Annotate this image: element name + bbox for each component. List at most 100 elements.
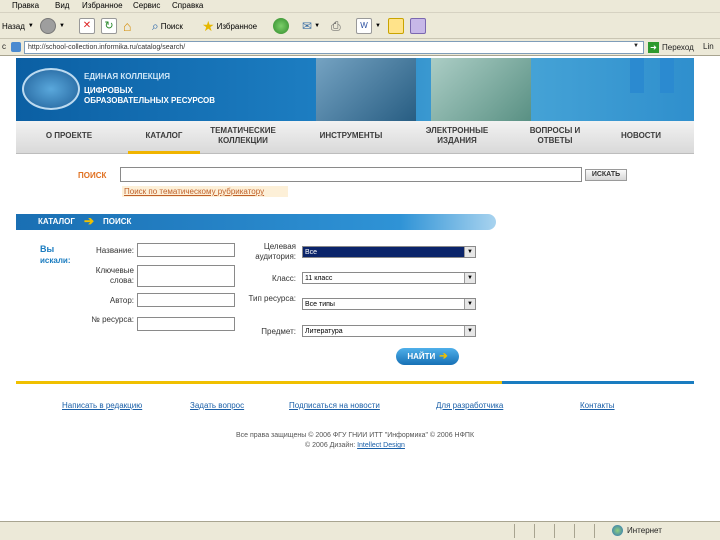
footer-link-ask-question[interactable]: Задать вопрос: [190, 401, 244, 410]
back-button[interactable]: Назад ▼: [2, 16, 34, 36]
section-title-search: ПОИСК: [103, 217, 132, 226]
rubricator-link[interactable]: Поиск по тематическому рубрикатору: [122, 186, 288, 197]
messenger-button[interactable]: [410, 16, 426, 36]
address-dropdown-arrow-icon[interactable]: ▼: [633, 43, 639, 49]
search-submit-button[interactable]: ИСКАТЬ: [585, 169, 627, 181]
discuss-button[interactable]: [388, 16, 404, 36]
grade-select-value: 11 класс: [305, 275, 333, 282]
media-icon: [273, 18, 289, 34]
chevron-down-icon: ▼: [464, 247, 475, 257]
footer-divider-blue: [502, 381, 694, 384]
refresh-button[interactable]: ↻: [101, 16, 117, 36]
menu-tools[interactable]: Сервис: [133, 1, 160, 10]
banner-line-1: ЕДИНАЯ КОЛЛЕКЦИЯ: [84, 72, 171, 81]
mail-icon: ✉: [302, 19, 313, 33]
print-button[interactable]: ⎙: [331, 16, 341, 36]
banner-photo-classroom: [431, 58, 531, 121]
chevron-down-icon: ▼: [464, 273, 475, 283]
footer-design-link[interactable]: Intellect Design: [357, 442, 405, 449]
footer-divider-yellow: [16, 381, 502, 384]
section-title-catalog: КАТАЛОГ: [38, 217, 75, 226]
go-arrow-icon: ➜: [648, 42, 659, 53]
title-field[interactable]: [137, 243, 235, 257]
messenger-icon: [410, 18, 426, 34]
chevron-down-icon: ▼: [59, 23, 65, 29]
keywords-field-label: Ключевые слова:: [95, 266, 134, 285]
status-divider: [534, 524, 535, 538]
footer-link-write-editors[interactable]: Написать в редакцию: [62, 401, 142, 410]
mail-button[interactable]: ✉ ▼: [302, 16, 320, 36]
banner-tab-1[interactable]: [630, 58, 644, 93]
home-button[interactable]: ⌂: [123, 16, 131, 36]
favorites-label: Избранное: [216, 21, 258, 31]
menu-view[interactable]: Вид: [55, 1, 69, 10]
search-label: Поиск: [160, 21, 183, 31]
printer-icon: ⎙: [331, 18, 341, 33]
nav-item-about[interactable]: О ПРОЕКТЕ: [24, 131, 114, 141]
find-button-label: НАЙТИ: [407, 352, 436, 361]
stop-button[interactable]: ✕: [79, 16, 95, 36]
audience-select[interactable]: Все ▼: [302, 246, 476, 258]
word-icon: W: [356, 18, 372, 34]
browser-statusbar: Интернет: [0, 521, 720, 540]
resource-type-select-value: Все типы: [305, 301, 335, 308]
globe-icon: [612, 525, 623, 536]
author-field-label: Автор:: [109, 296, 134, 305]
footer-design-line: © 2006 Дизайн: Intellect Design: [150, 442, 560, 449]
menu-favorites[interactable]: Избранное: [82, 1, 123, 10]
footer-link-developers[interactable]: Для разработчика: [436, 401, 503, 410]
resource-number-field[interactable]: [137, 317, 235, 331]
menu-edit[interactable]: Правка: [12, 1, 39, 10]
favorites-button[interactable]: ★ Избранное: [202, 16, 257, 36]
arrow-right-icon: ➔: [439, 351, 448, 362]
menu-help[interactable]: Справка: [172, 1, 203, 10]
search-label: ПОИСК: [78, 171, 107, 180]
banner-photo-student: [316, 58, 416, 121]
nav-item-tools[interactable]: ИНСТРУМЕНТЫ: [306, 131, 396, 141]
page-icon: [11, 42, 21, 52]
footer-link-contacts[interactable]: Контакты: [580, 401, 615, 410]
chevron-down-icon: ▼: [464, 299, 475, 309]
audience-select-value: Все: [305, 249, 318, 256]
nav-item-faq[interactable]: ВОПРОСЫ И ОТВЕТЫ: [521, 126, 589, 146]
resource-type-select[interactable]: Все типы ▼: [302, 298, 476, 310]
footer-link-subscribe-news[interactable]: Подписаться на новости: [289, 401, 380, 410]
site-banner: ЕДИНАЯ КОЛЛЕКЦИЯ ЦИФРОВЫХ ОБРАЗОВАТЕЛЬНЫ…: [16, 58, 694, 121]
note-icon: [388, 18, 404, 34]
grade-select[interactable]: 11 класс ▼: [302, 272, 476, 284]
search-input[interactable]: [120, 167, 582, 182]
forward-button[interactable]: ▼: [40, 16, 65, 36]
nav-item-catalog[interactable]: КАТАЛОГ: [119, 131, 209, 141]
keywords-field[interactable]: [137, 265, 235, 287]
audience-select-label: Целевая аудитория:: [255, 242, 296, 261]
subject-select[interactable]: Литература ▼: [302, 325, 476, 337]
star-icon: ★: [202, 17, 215, 34]
browser-toolbar: Назад ▼ ▼ ✕ ↻ ⌂ ⌕ Поиск ★ Избранное ✉ ▼ …: [0, 13, 720, 39]
refresh-icon: ↻: [101, 18, 117, 34]
title-field-label: Название:: [96, 246, 134, 255]
banner-tab-2[interactable]: [660, 58, 674, 93]
chevron-down-icon: ▼: [27, 23, 34, 29]
status-divider: [554, 524, 555, 538]
edit-button[interactable]: W ▼: [356, 16, 381, 36]
author-field[interactable]: [137, 293, 235, 307]
forward-arrow-icon: [40, 18, 56, 34]
nav-active-indicator: [128, 151, 200, 154]
nav-item-news[interactable]: НОВОСТИ: [596, 131, 686, 141]
nav-item-e-editions[interactable]: ЭЛЕКТРОННЫЕ ИЗДАНИЯ: [411, 126, 503, 146]
go-button[interactable]: ➜ Переход: [648, 41, 694, 54]
status-divider: [574, 524, 575, 538]
form-side-title-1: Вы: [40, 244, 55, 254]
status-divider: [514, 524, 515, 538]
links-label[interactable]: Lin: [703, 42, 714, 51]
status-divider: [594, 524, 595, 538]
search-button[interactable]: ⌕ Поиск: [152, 16, 183, 36]
resource-number-field-label: № ресурса:: [91, 315, 134, 324]
media-button[interactable]: [273, 16, 289, 36]
address-label: с: [2, 42, 6, 51]
address-input[interactable]: http://school-collection.informika.ru/ca…: [24, 41, 644, 54]
resource-type-select-label: Тип ресурса:: [248, 294, 297, 303]
find-button[interactable]: НАЙТИ ➔: [396, 348, 459, 365]
chevron-down-icon: ▼: [464, 326, 475, 336]
nav-item-thematic-collections[interactable]: ТЕМАТИЧЕСКИЕ КОЛЛЕКЦИИ: [199, 126, 287, 146]
